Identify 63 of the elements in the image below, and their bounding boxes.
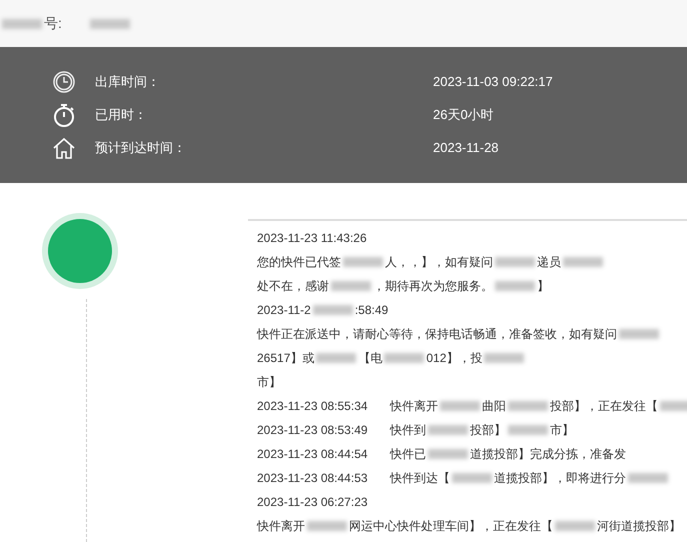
event-message: 快件离开 [257,518,305,535]
event-message: 道揽投部】完成分拣，准备发 [470,446,626,463]
info-label: 预计到达时间： [95,139,187,158]
event-message: 道揽投部】，即将进行分 [494,470,626,487]
event-time: :58:49 [354,302,388,319]
event-time: 2023-11-23 08:44:53 [257,470,369,487]
event-message: 河街道揽投部】 [597,518,681,535]
redacted-blur [307,521,347,531]
redacted-blur [508,425,548,435]
event-time: 2023-11-23 06:27:23 [257,494,368,511]
clock-icon [53,71,75,93]
redacted-blur [343,257,383,267]
event-message: 投部】，正在发往【 [550,398,658,415]
event-time: 2023-11-23 08:55:34 [257,398,369,415]
redacted-blur [384,353,424,363]
redacted-blur [495,257,535,267]
info-label: 已用时： [95,106,148,124]
redacted-blur [555,521,595,531]
event-message: 快件到达【 [390,470,450,487]
event-message: 市】 [257,374,281,391]
event-time: 2023-11-23 11:43:26 [257,230,367,247]
info-value: 2023-11-28 [433,139,499,158]
stopwatch-icon [53,103,75,127]
event-message: 012】，投 [426,350,482,367]
redacted-blur [428,449,468,459]
event-message: 市】 [550,422,574,439]
redacted-blur [563,257,603,267]
redacted-blur [2,18,42,28]
event-message: 快件离开 [390,398,438,415]
redacted-blur [508,401,548,411]
event-message: 曲阳 [482,398,506,415]
redacted-blur [428,425,468,435]
event-message: 26517】或 [257,350,314,367]
redacted-blur [495,281,535,291]
event-message: 人，，】，如有疑问 [385,254,493,271]
redacted-blur [316,353,356,363]
event-message: ，期待再次为您服务。 [373,278,493,295]
redacted-blur [484,353,524,363]
event-time: 2023-11-23 08:53:49 [257,422,369,439]
event-message: 网运中心快件处理车间】，正在发往【 [349,518,553,535]
redacted-blur [628,473,668,483]
redacted-blur [312,305,353,315]
info-value: 26天0小时 [433,106,494,124]
event-message: 您的快件已代签 [257,254,341,271]
event-message: 快件正在派送中，请耐心等待，保持电话畅通，准备签收，如有疑问 [257,326,617,343]
redacted-blur [440,401,480,411]
redacted-blur [452,473,492,483]
event-message: 快件已 [390,446,426,463]
event-message: 递员 [537,254,561,271]
event-message: 快件到 [390,422,426,439]
redacted-blur [619,329,659,339]
redacted-blur [331,281,371,291]
event-message: 投部】 [470,422,506,439]
event-message: 处不在，感谢 [257,278,329,295]
info-value: 2023-11-03 09:22:17 [433,73,553,92]
home-icon [53,137,75,159]
tracking-label: 号: [44,14,62,33]
event-time: 2023-11-2 [257,302,311,319]
event-message: 】 [537,278,549,295]
event-time: 2023-11-23 08:44:54 [257,446,369,463]
info-label: 出库时间： [95,73,161,92]
event-message: 【电 [358,350,382,367]
redacted-blur [90,18,130,28]
